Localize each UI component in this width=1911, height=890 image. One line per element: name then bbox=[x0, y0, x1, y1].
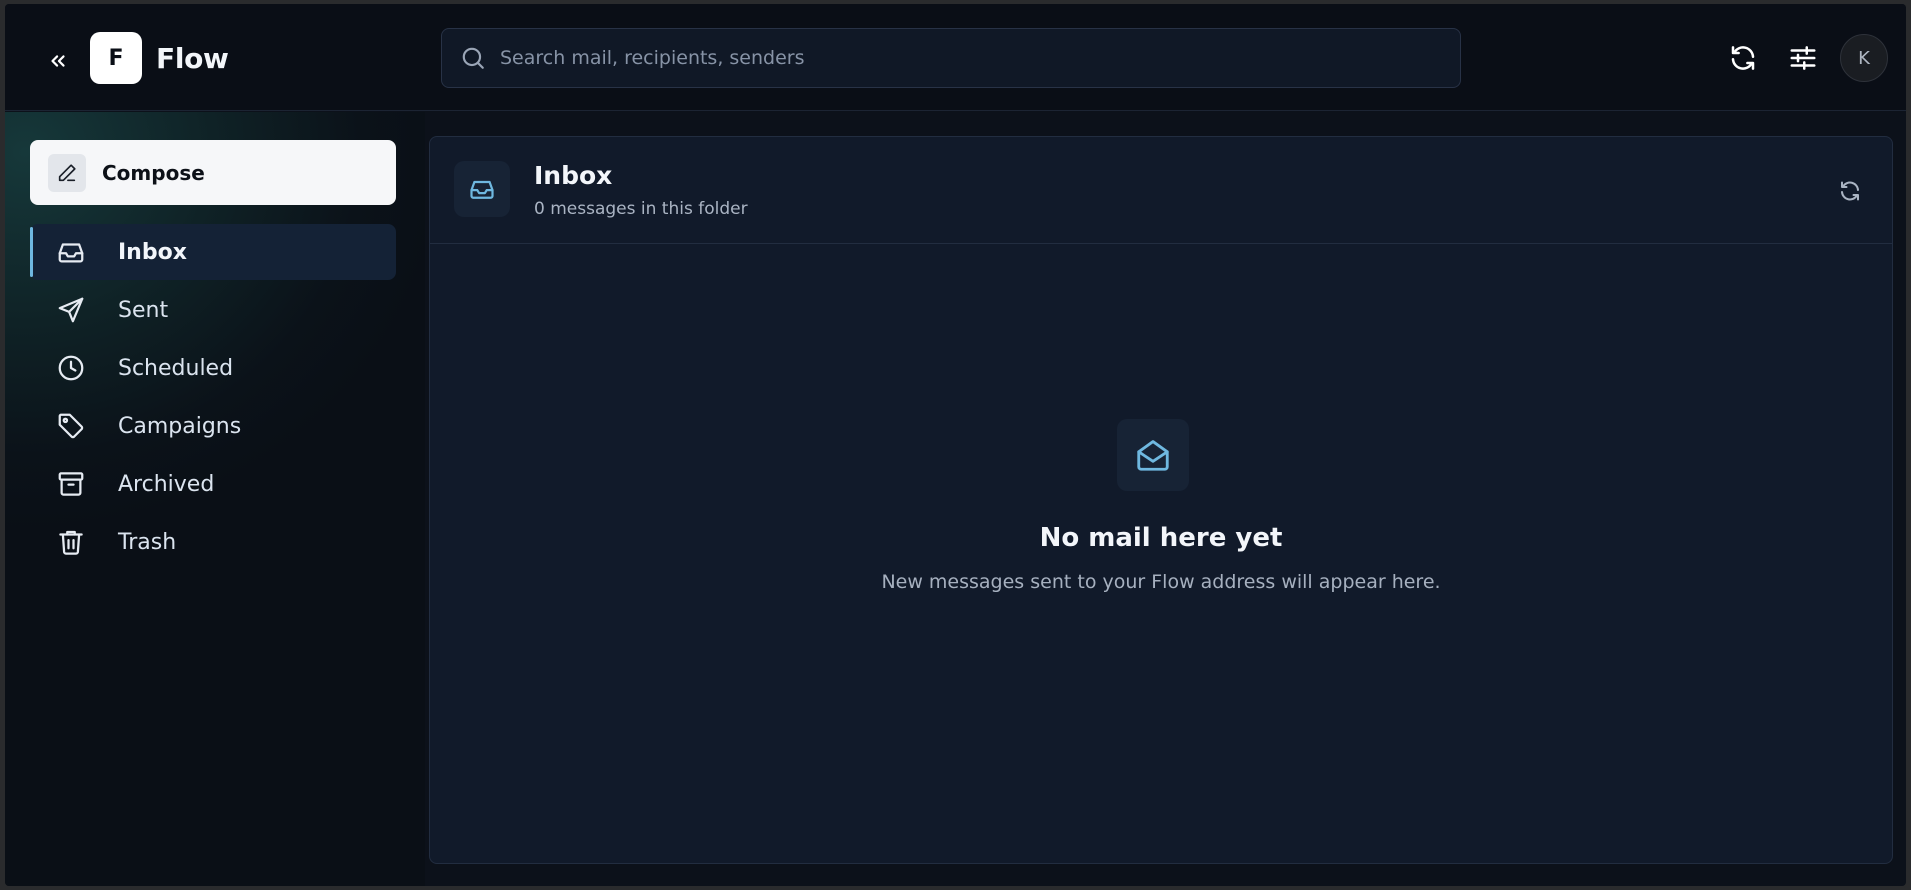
sidebar-item-label: Trash bbox=[118, 529, 177, 555]
settings-button[interactable] bbox=[1780, 35, 1826, 81]
search-bar bbox=[441, 28, 1461, 88]
top-bar: F Flow Search mail, recipients, senders … bbox=[5, 4, 1906, 111]
search-input[interactable] bbox=[500, 47, 1460, 69]
sidebar-item-inbox[interactable]: Inbox bbox=[30, 224, 396, 280]
sidebar-item-label: Scheduled bbox=[118, 355, 234, 381]
sidebar: Compose Inbox Sent Scheduled Campaigns A… bbox=[5, 112, 425, 886]
compose-button[interactable]: Compose bbox=[30, 140, 396, 205]
sidebar-item-label: Sent bbox=[118, 297, 169, 323]
folder-nav: Inbox Sent Scheduled Campaigns Archived … bbox=[30, 224, 396, 572]
logo-letter: F bbox=[108, 45, 124, 71]
double-chevron-left-icon bbox=[51, 55, 65, 67]
compose-label: Compose bbox=[102, 160, 205, 185]
folder-message-count: 0 messages in this folder bbox=[534, 199, 748, 219]
tag-icon bbox=[54, 409, 88, 443]
refresh-icon bbox=[1841, 181, 1859, 201]
refresh-icon bbox=[1731, 46, 1755, 70]
avatar-initial: K bbox=[1858, 47, 1870, 69]
folder-header: Inbox 0 messages in this folder bbox=[430, 137, 1892, 244]
sidebar-item-campaigns[interactable]: Campaigns bbox=[30, 398, 396, 454]
top-actions: K bbox=[1706, 34, 1888, 82]
empty-state-title: No mail here yet bbox=[1039, 523, 1283, 553]
sidebar-item-scheduled[interactable]: Scheduled bbox=[30, 340, 396, 396]
folder-title: Inbox bbox=[534, 161, 613, 190]
sidebar-item-archived[interactable]: Archived bbox=[30, 456, 396, 512]
sidebar-item-label: Inbox bbox=[118, 239, 187, 265]
clock-icon bbox=[54, 351, 88, 385]
app-name: Flow bbox=[156, 42, 229, 75]
sidebar-item-trash[interactable]: Trash bbox=[30, 514, 396, 570]
mail-open-icon bbox=[1117, 419, 1189, 491]
refresh-button[interactable] bbox=[1720, 35, 1766, 81]
sidebar-item-label: Campaigns bbox=[118, 413, 242, 439]
user-avatar[interactable]: K bbox=[1840, 34, 1888, 82]
folder-refresh-button[interactable] bbox=[1832, 173, 1868, 209]
search-icon bbox=[460, 45, 486, 71]
app-logo: F bbox=[90, 32, 142, 84]
collapse-sidebar-button[interactable] bbox=[41, 44, 75, 78]
app-window: F Flow Search mail, recipients, senders … bbox=[5, 4, 1906, 886]
mail-panel: Inbox 0 messages in this folder No mail … bbox=[429, 136, 1893, 864]
send-icon bbox=[54, 293, 88, 327]
empty-state: No mail here yet New messages sent to yo… bbox=[430, 245, 1892, 863]
inbox-icon bbox=[54, 235, 88, 269]
inbox-icon bbox=[454, 161, 510, 217]
sliders-icon bbox=[1790, 46, 1816, 70]
sidebar-item-label: Archived bbox=[118, 471, 215, 497]
sidebar-item-sent[interactable]: Sent bbox=[30, 282, 396, 338]
empty-state-subtitle: New messages sent to your Flow address w… bbox=[881, 571, 1441, 593]
trash-icon bbox=[54, 525, 88, 559]
archive-icon bbox=[54, 467, 88, 501]
pencil-icon bbox=[48, 153, 86, 192]
